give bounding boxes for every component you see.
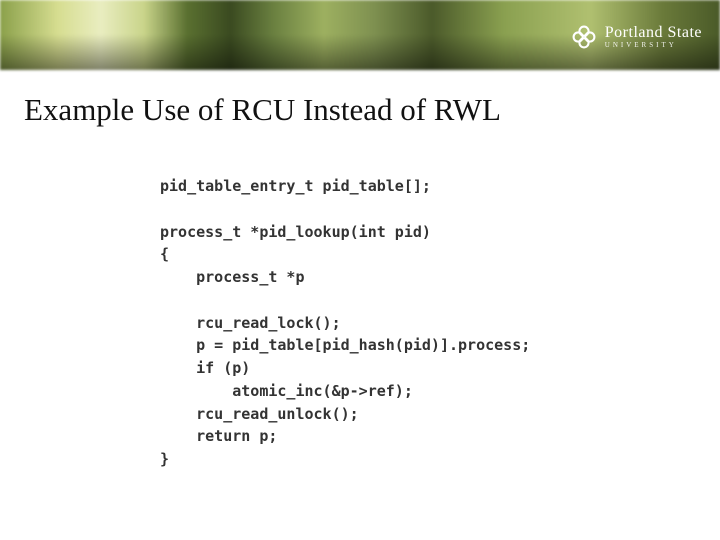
slide-title: Example Use of RCU Instead of RWL <box>0 70 720 128</box>
university-logo: Portland State UNIVERSITY <box>571 24 702 50</box>
logo-name: Portland State <box>605 25 702 41</box>
code-block: pid_table_entry_t pid_table[]; process_t… <box>0 128 720 472</box>
logo-subtitle: UNIVERSITY <box>605 42 702 49</box>
interlock-icon <box>571 24 597 50</box>
code-content: pid_table_entry_t pid_table[]; process_t… <box>160 177 530 468</box>
slide: Portland State UNIVERSITY Example Use of… <box>0 0 720 540</box>
logo-text: Portland State UNIVERSITY <box>605 25 702 49</box>
